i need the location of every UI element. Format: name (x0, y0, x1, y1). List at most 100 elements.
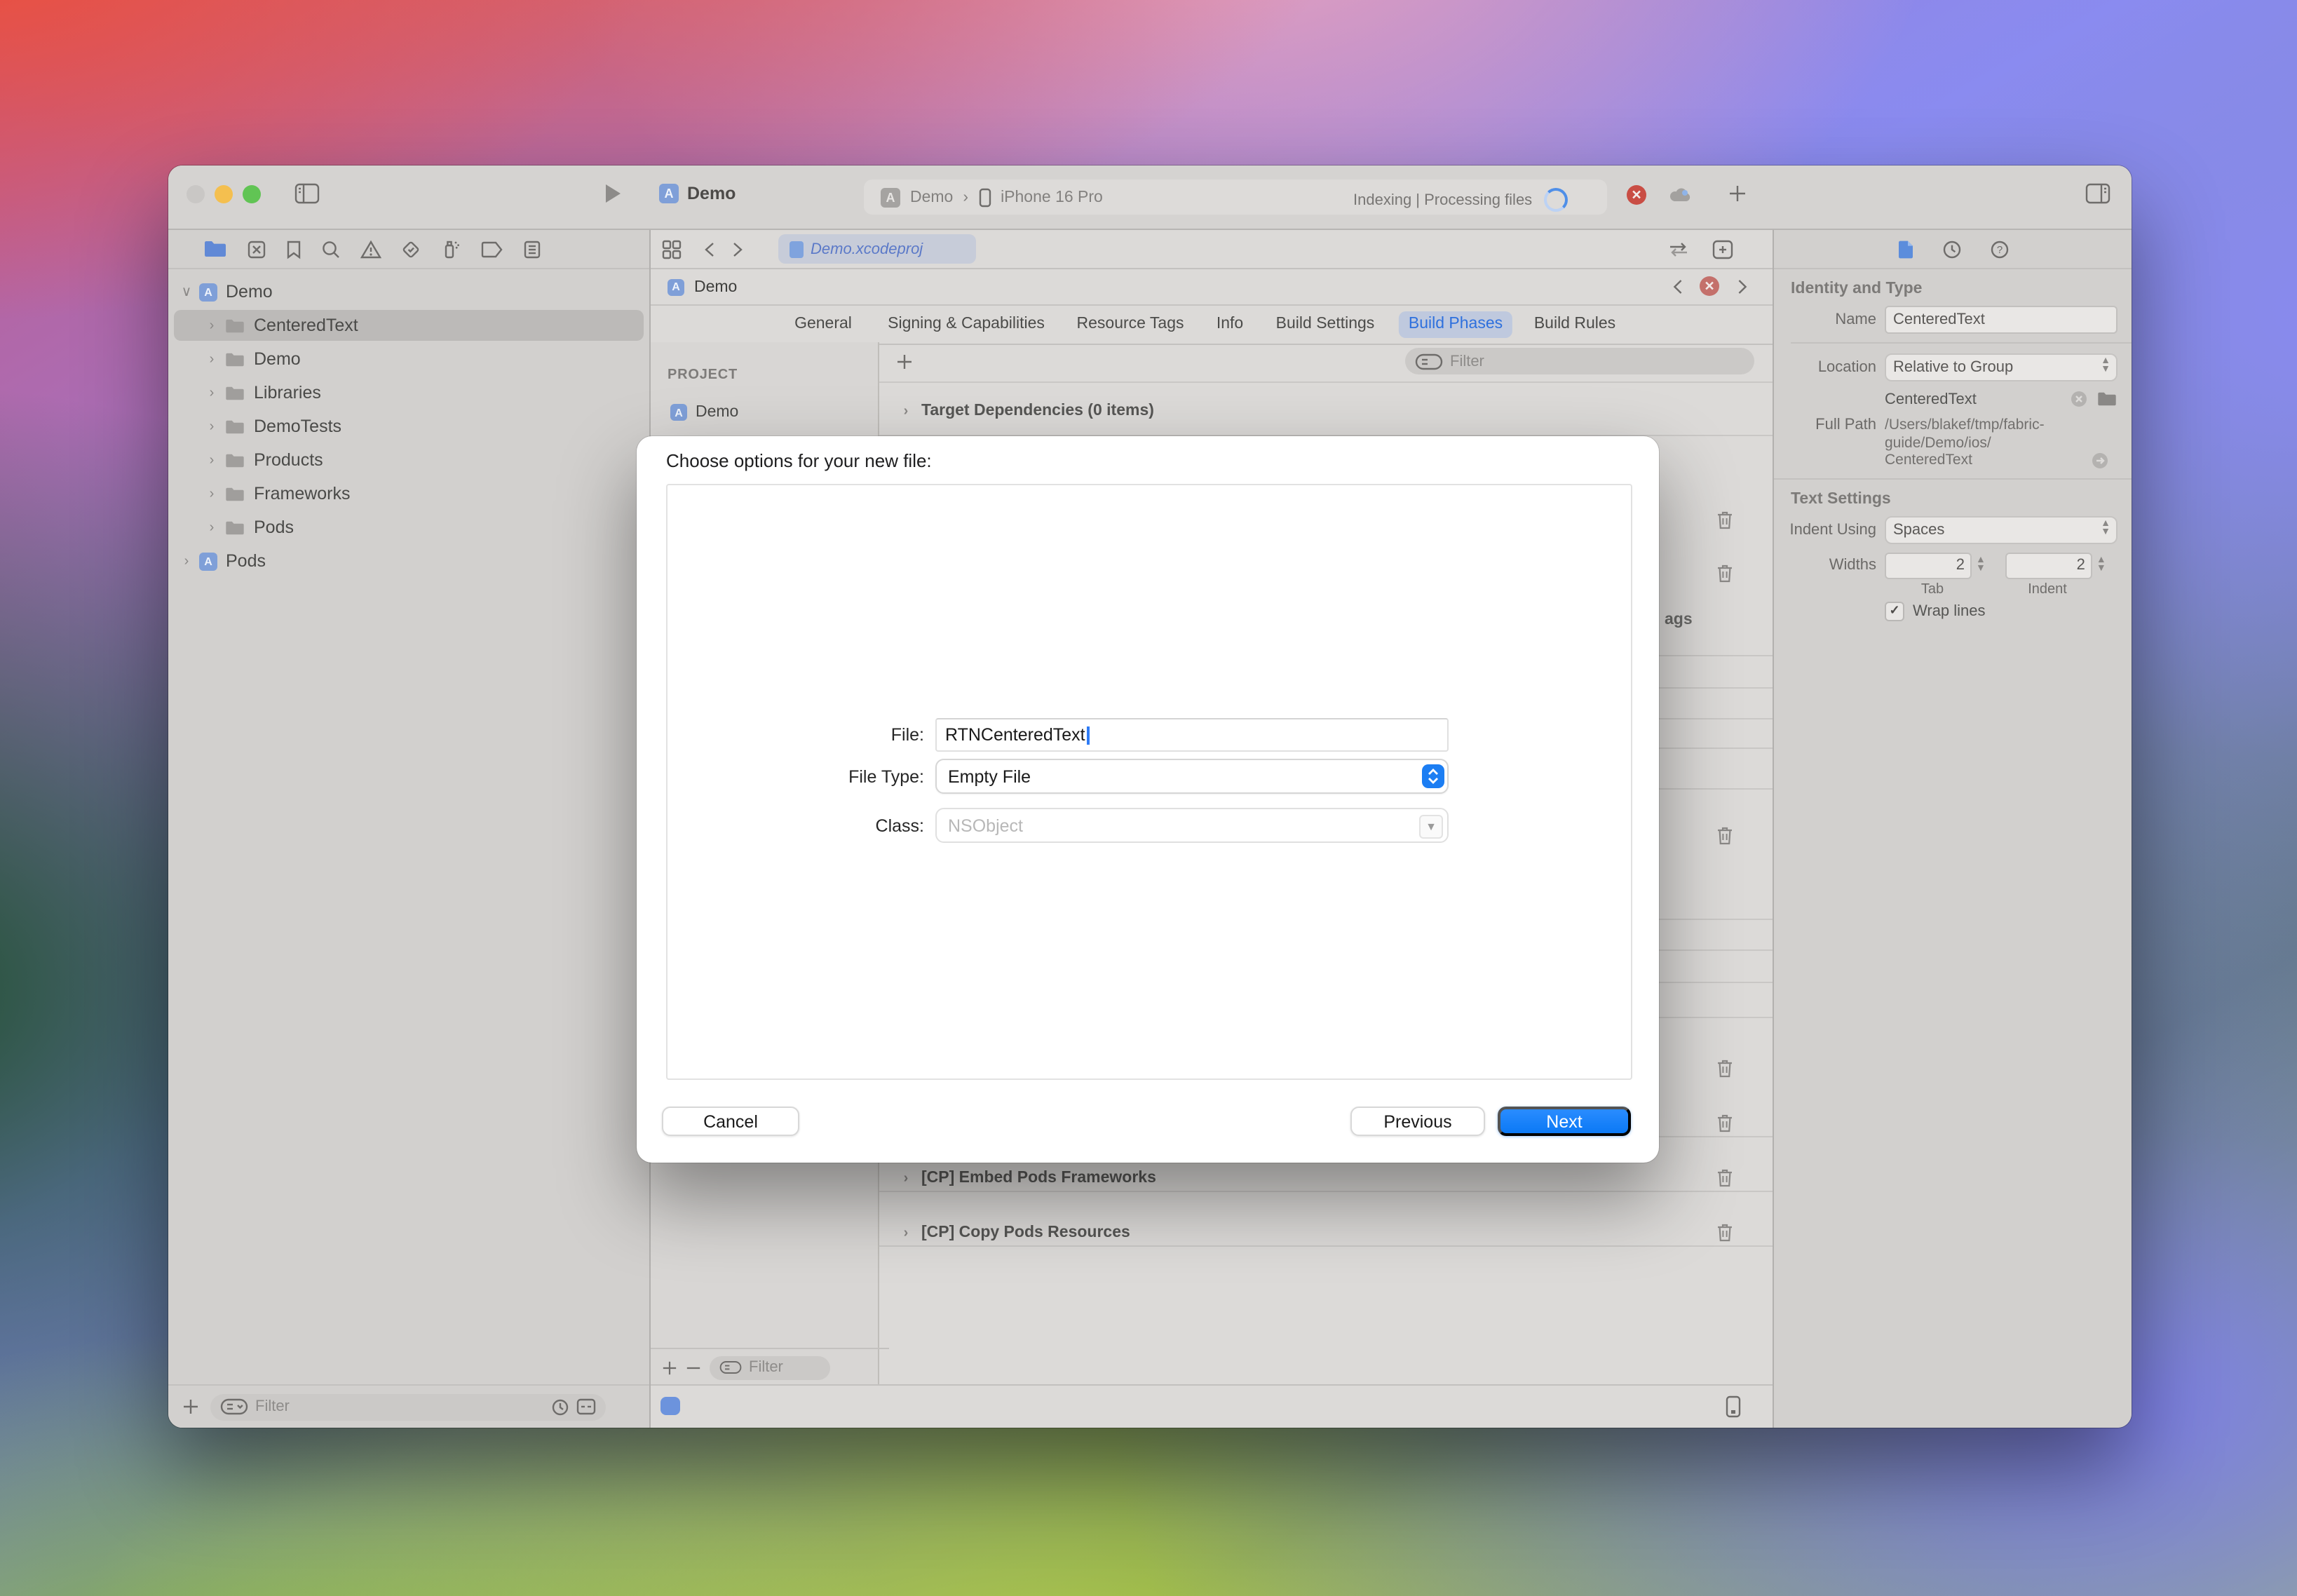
wrap-lines-label: Wrap lines (1913, 602, 1986, 619)
disclosure-chevron-icon[interactable]: › (899, 1170, 913, 1186)
disclosure-chevron-icon[interactable]: › (205, 486, 219, 501)
navigator-tree-item[interactable]: ›Pods (168, 510, 649, 544)
tab-build-rules[interactable]: Build Rules (1524, 311, 1625, 338)
back-icon[interactable] (704, 241, 715, 258)
bookmarks-navigator-icon[interactable] (286, 239, 301, 259)
delete-phase-trash-icon[interactable] (1716, 563, 1734, 584)
indent-width-field[interactable]: 2 (2005, 552, 2092, 579)
phase-row-target-dependencies[interactable]: › Target Dependencies (0 items) (879, 394, 1773, 428)
breakpoint-navigator-icon[interactable] (481, 241, 503, 257)
delete-phase-trash-icon[interactable] (1716, 825, 1734, 846)
name-field[interactable]: CenteredText (1885, 306, 2118, 334)
cancel-button[interactable]: Cancel (662, 1107, 799, 1136)
delete-phase-trash-icon[interactable] (1716, 1113, 1734, 1134)
navigator-filter-field[interactable]: Filter (210, 1393, 606, 1420)
tab-resource-tags[interactable]: Resource Tags (1067, 311, 1194, 338)
navigator-tree-item[interactable]: ∨ADemo (168, 275, 649, 309)
reveal-path-arrow-icon[interactable] (2091, 451, 2109, 469)
navigator-tree-item[interactable]: ›DemoTests (168, 410, 649, 443)
report-navigator-icon[interactable] (523, 239, 541, 259)
phase-row-embed-pods[interactable]: › [CP] Embed Pods Frameworks (879, 1161, 1773, 1195)
issue-badge[interactable]: ✕ (1700, 276, 1719, 296)
cloud-icon[interactable] (1669, 187, 1693, 203)
targets-filter-field[interactable]: Filter (710, 1355, 830, 1379)
source-control-status-icon[interactable] (576, 1398, 596, 1415)
project-item-row[interactable]: A Demo (670, 404, 738, 421)
toggle-inspector-icon[interactable] (2085, 182, 2110, 205)
related-items-grid-icon[interactable] (662, 240, 682, 259)
tab-build-settings[interactable]: Build Settings (1266, 311, 1385, 338)
tab-build-phases[interactable]: Build Phases (1399, 311, 1512, 338)
recent-files-clock-icon[interactable] (551, 1398, 569, 1416)
forward-icon[interactable] (732, 241, 743, 258)
navigator-tree-item[interactable]: ›Frameworks (168, 477, 649, 510)
build-phases-filter-field[interactable]: Filter (1405, 348, 1754, 374)
navigator-tree-item[interactable]: ›Products (168, 443, 649, 477)
debug-navigator-icon[interactable] (440, 238, 461, 259)
disclosure-chevron-icon[interactable]: › (205, 385, 219, 400)
add-editor-icon[interactable] (1712, 240, 1733, 259)
issue-navigator-icon[interactable] (360, 239, 381, 259)
tab-width-stepper[interactable]: ▲▼ (1976, 557, 1986, 574)
jump-bar-file-tab[interactable]: Demo.xcodeproj (778, 234, 976, 264)
wrap-lines-checkbox[interactable]: ✓ (1885, 601, 1904, 621)
choose-folder-icon[interactable] (2096, 391, 2118, 407)
run-button[interactable] (603, 182, 623, 205)
tab-general[interactable]: General (785, 311, 862, 338)
history-inspector-icon[interactable] (1942, 239, 1961, 259)
class-combo-box[interactable]: NSObject ▼ (935, 808, 1449, 843)
tab-info[interactable]: Info (1207, 311, 1253, 338)
phase-row-copy-pods[interactable]: › [CP] Copy Pods Resources (879, 1216, 1773, 1250)
next-button[interactable]: Next (1498, 1107, 1631, 1136)
indent-using-popup[interactable]: Spaces ▲▼ (1885, 515, 2118, 543)
file-name-input[interactable]: RTNCenteredText (935, 718, 1449, 752)
delete-phase-trash-icon[interactable] (1716, 510, 1734, 531)
previous-issue-icon[interactable] (1673, 279, 1683, 295)
disclosure-chevron-icon[interactable]: › (205, 318, 219, 333)
tab-signing-capabilities[interactable]: Signing & Capabilities (878, 311, 1055, 338)
error-count-badge[interactable]: ✕ (1627, 185, 1646, 205)
scheme-selector[interactable]: A Demo › iPhone 16 Pro (881, 188, 1103, 208)
navigator-tree-item[interactable]: ›Libraries (168, 376, 649, 410)
disclosure-chevron-icon[interactable]: › (899, 403, 913, 419)
previous-button[interactable]: Previous (1350, 1107, 1485, 1136)
file-inspector-icon[interactable] (1897, 239, 1913, 259)
file-type-popup[interactable]: Empty File (935, 759, 1449, 794)
tab-width-field[interactable]: 2 (1885, 552, 1972, 579)
disclosure-chevron-icon[interactable]: ∨ (179, 284, 194, 299)
filter-breakpoints-icon[interactable] (660, 1397, 680, 1415)
navigator-tree-item[interactable]: ›APods (168, 544, 649, 578)
disclosure-chevron-icon[interactable]: › (899, 1225, 913, 1240)
disclosure-chevron-icon[interactable]: › (179, 553, 194, 569)
clear-group-icon[interactable] (2070, 390, 2088, 408)
delete-phase-trash-icon[interactable] (1716, 1058, 1734, 1079)
test-navigator-icon[interactable] (401, 239, 421, 259)
toggle-navigator-icon[interactable] (294, 182, 320, 205)
remove-target-icon[interactable] (686, 1360, 701, 1375)
filter-icon (719, 1360, 742, 1374)
add-file-icon[interactable] (182, 1398, 199, 1415)
next-issue-icon[interactable] (1737, 279, 1747, 295)
combo-chevron-icon[interactable]: ▼ (1419, 814, 1443, 838)
close-window-button[interactable] (187, 185, 205, 203)
add-item-icon[interactable] (1728, 184, 1747, 203)
project-navigator-icon[interactable] (203, 240, 227, 258)
source-control-icon[interactable] (247, 239, 266, 259)
navigator-tree-item[interactable]: ›Demo (168, 342, 649, 376)
device-preview-icon[interactable] (1725, 1395, 1742, 1418)
add-target-icon[interactable] (662, 1360, 677, 1375)
minimize-window-button[interactable] (215, 185, 233, 203)
disclosure-chevron-icon[interactable]: › (205, 452, 219, 468)
swap-editor-icon[interactable] (1669, 241, 1688, 258)
location-popup[interactable]: Relative to Group ▲▼ (1885, 353, 2118, 381)
indent-width-stepper[interactable]: ▲▼ (2096, 557, 2106, 574)
add-build-phase-icon[interactable] (896, 353, 913, 370)
disclosure-chevron-icon[interactable]: › (205, 520, 219, 535)
navigator-tree-item[interactable]: ›CenteredText (168, 309, 649, 342)
disclosure-chevron-icon[interactable]: › (205, 419, 219, 434)
disclosure-chevron-icon[interactable]: › (205, 351, 219, 367)
zoom-window-button[interactable] (243, 185, 261, 203)
help-inspector-icon[interactable]: ? (1989, 239, 2009, 259)
activity-status[interactable]: Indexing | Processing files (1353, 188, 1567, 212)
find-navigator-icon[interactable] (321, 239, 341, 259)
